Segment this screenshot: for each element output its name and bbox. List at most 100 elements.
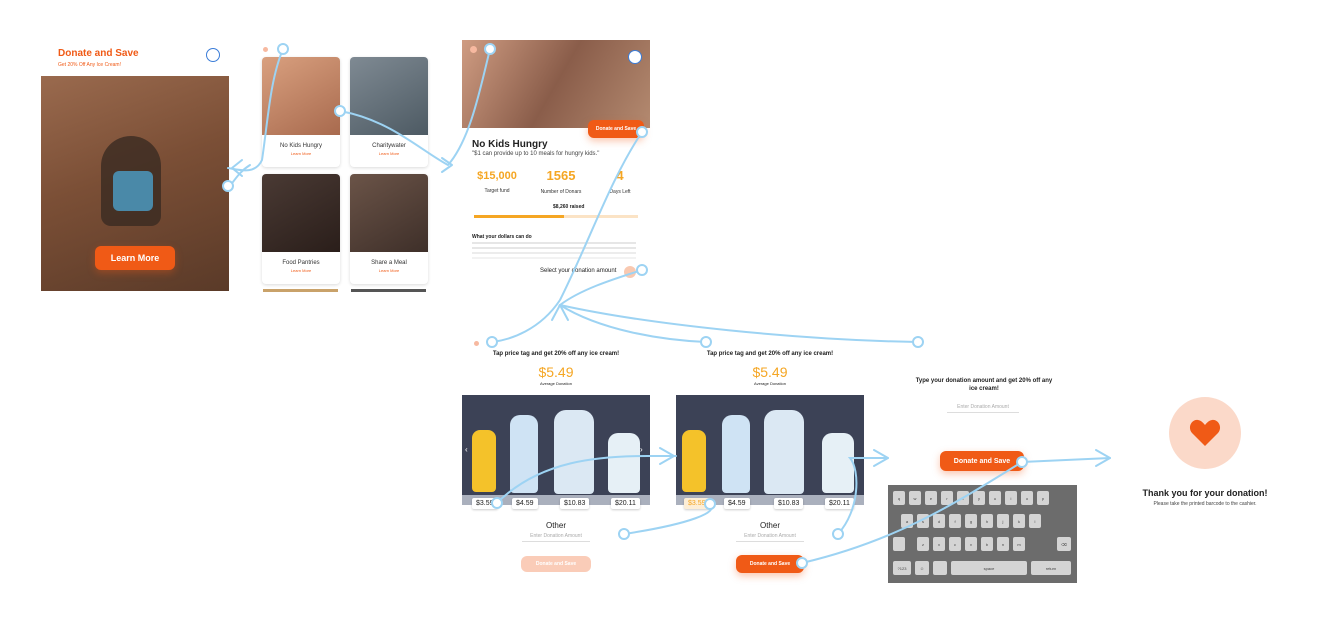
select-amount-label[interactable]: Select your donation amount <box>540 268 616 274</box>
card-food-pantries[interactable]: Food Pantries Learn More <box>262 174 340 284</box>
onscreen-keyboard: q w e r t y u i o p a s d f g h j k l z x c v b n m ⌫ ?123 ☺ space ret… <box>888 485 1077 583</box>
key-z[interactable]: z <box>917 537 929 551</box>
key-f[interactable]: f <box>949 514 961 528</box>
price-tag[interactable]: $20.11 <box>825 498 854 509</box>
stat-value: 1565 <box>546 168 576 183</box>
hotspot-dot <box>277 43 289 55</box>
price-tag[interactable]: $10.83 <box>560 498 590 509</box>
section-body-lines <box>472 242 636 259</box>
carousel-left-icon[interactable]: ‹ <box>465 445 468 454</box>
key-shift[interactable] <box>893 537 905 551</box>
heart-icon <box>1189 419 1221 446</box>
hotspot-dot <box>796 557 808 569</box>
price-tag[interactable]: $4.59 <box>512 498 538 509</box>
card-learn-more-link[interactable]: Learn More <box>350 268 428 273</box>
card-charitywater[interactable]: Charitywater Learn More <box>350 57 428 167</box>
logo-icon <box>628 50 642 64</box>
welcome-subtitle: Get 20% Off Any Ice Cream! <box>58 62 121 68</box>
donate-and-save-button[interactable]: Donate and Save <box>940 451 1024 471</box>
key-q[interactable]: q <box>893 491 905 505</box>
donation-amount-input[interactable]: Enter Donation Amount <box>522 533 590 542</box>
learn-more-button[interactable]: Learn More <box>95 246 175 270</box>
card-learn-more-link[interactable]: Learn More <box>262 151 340 156</box>
key-mic[interactable] <box>933 561 947 575</box>
flow-line <box>558 269 707 343</box>
key-r[interactable]: r <box>941 491 953 505</box>
price-tag[interactable]: $20.11 <box>611 498 640 509</box>
key-return[interactable]: return <box>1031 561 1071 575</box>
key-e[interactable]: e <box>925 491 937 505</box>
welcome-title: Donate and Save <box>58 48 139 59</box>
stat-label: Number of Donars <box>540 189 582 195</box>
average-value: $5.49 <box>538 364 574 380</box>
donation-amount-input[interactable]: Enter Donation Amount <box>736 533 804 542</box>
hotspot-dot <box>912 336 924 348</box>
hotspot-dot <box>704 498 716 510</box>
stat-label: Days Left <box>609 189 631 195</box>
key-space[interactable]: space <box>951 561 1027 575</box>
carousel-right-icon[interactable]: › <box>640 445 643 454</box>
next-card-peek <box>351 289 426 292</box>
arrow-head-icon <box>551 304 569 321</box>
raised-progress-fill <box>474 215 565 218</box>
heart-badge <box>1169 397 1241 469</box>
key-i[interactable]: i <box>1005 491 1017 505</box>
card-title: Share a Meal <box>371 260 407 266</box>
raised-label: $8,260 raised <box>553 204 585 210</box>
donate-and-save-button-disabled[interactable]: Donate and Save <box>521 556 591 572</box>
price-tag[interactable]: $10.83 <box>774 498 804 509</box>
card-no-kids-hungry[interactable]: No Kids Hungry Learn More <box>262 57 340 167</box>
thank-you-title: Thank you for your donation! <box>1142 488 1268 498</box>
hotspot-dot <box>618 528 630 540</box>
key-n[interactable]: n <box>997 537 1009 551</box>
key-a[interactable]: a <box>901 514 913 528</box>
next-card-peek <box>263 289 338 292</box>
key-h[interactable]: h <box>981 514 993 528</box>
stat-value: 4 <box>616 168 624 183</box>
stat-donors: 1565 Number of Donars <box>533 168 589 195</box>
key-backspace[interactable]: ⌫ <box>1057 537 1071 551</box>
key-y[interactable]: y <box>973 491 985 505</box>
logo-icon <box>206 48 220 62</box>
key-m[interactable]: m <box>1013 537 1025 551</box>
key-c[interactable]: c <box>949 537 961 551</box>
key-t[interactable]: t <box>957 491 969 505</box>
thank-you-subtitle: Please take the printed barcode to the c… <box>1153 501 1257 507</box>
card-share-a-meal[interactable]: Share a Meal Learn More <box>350 174 428 284</box>
stat-days-left: 4 Days Left <box>600 168 640 195</box>
key-p[interactable]: p <box>1037 491 1049 505</box>
key-v[interactable]: v <box>965 537 977 551</box>
select-chevron-icon[interactable] <box>624 266 636 278</box>
card-photo <box>262 57 340 135</box>
donation-amount-input[interactable]: Enter Donation Amount <box>947 404 1019 413</box>
key-numbers[interactable]: ?123 <box>893 561 911 575</box>
arrow-head-icon <box>441 157 453 173</box>
key-d[interactable]: d <box>933 514 945 528</box>
card-title: Food Pantries <box>282 260 320 266</box>
price-tag[interactable]: $4.59 <box>724 498 750 509</box>
key-l[interactable]: l <box>1029 514 1041 528</box>
key-b[interactable]: b <box>981 537 993 551</box>
raised-progress <box>474 215 638 218</box>
back-dot-icon[interactable] <box>474 341 479 346</box>
key-o[interactable]: o <box>1021 491 1033 505</box>
type-headline: Type your donation amount and get 20% of… <box>915 378 1053 392</box>
hotspot-dot <box>636 264 648 276</box>
key-w[interactable]: w <box>909 491 921 505</box>
card-learn-more-link[interactable]: Learn More <box>350 151 428 156</box>
card-learn-more-link[interactable]: Learn More <box>262 268 340 273</box>
key-emoji[interactable]: ☺ <box>915 561 929 575</box>
arrow-head-icon <box>873 449 889 467</box>
key-j[interactable]: j <box>997 514 1009 528</box>
key-s[interactable]: s <box>917 514 929 528</box>
average-label: Average Donation <box>540 381 572 386</box>
key-u[interactable]: u <box>989 491 1001 505</box>
donate-and-save-button[interactable]: Donate and Save <box>736 555 804 573</box>
bottle-panel <box>676 395 864 505</box>
back-icon[interactable] <box>470 46 477 53</box>
back-dot-icon[interactable] <box>263 47 268 52</box>
key-g[interactable]: g <box>965 514 977 528</box>
key-k[interactable]: k <box>1013 514 1025 528</box>
key-x[interactable]: x <box>933 537 945 551</box>
hotspot-dot <box>334 105 346 117</box>
